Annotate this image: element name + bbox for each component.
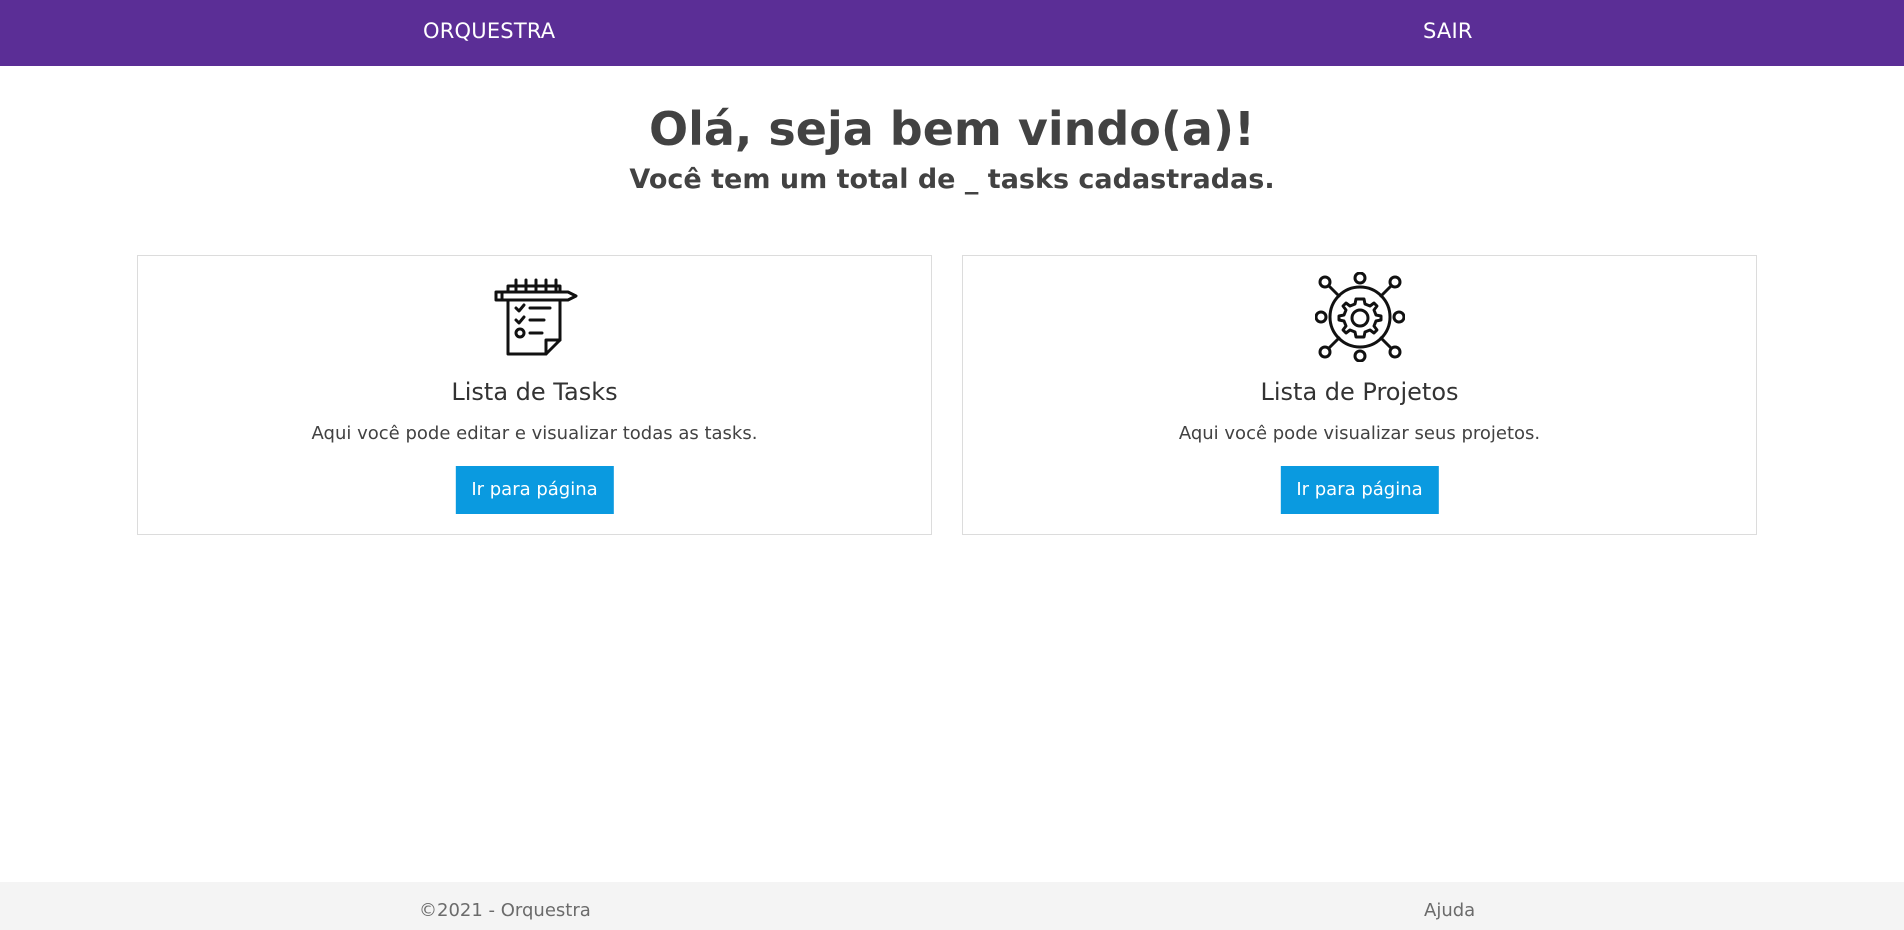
- projects-card: Lista de Projetos Aqui você pode visuali…: [962, 255, 1757, 535]
- page-title: Olá, seja bem vindo(a)!: [649, 102, 1255, 156]
- footer: ©2021 - Orquestra Ajuda: [0, 882, 1904, 930]
- welcome-section: Olá, seja bem vindo(a)! Você tem um tota…: [0, 96, 1904, 198]
- go-to-projects-button[interactable]: Ir para página: [1280, 466, 1439, 514]
- card-title: Lista de Tasks: [451, 378, 618, 406]
- logout-link[interactable]: SAIR: [1423, 19, 1473, 43]
- top-navbar: ORQUESTRA SAIR: [0, 0, 1904, 66]
- card-description: Aqui você pode visualizar seus projetos.: [1178, 423, 1541, 444]
- copyright-text: ©2021 - Orquestra: [419, 900, 591, 921]
- card-title: Lista de Projetos: [1260, 378, 1459, 406]
- gear-network-icon: [1314, 272, 1405, 362]
- task-count-subtitle: Você tem um total de _ tasks cadastradas…: [629, 164, 1275, 195]
- help-link[interactable]: Ajuda: [1424, 900, 1475, 921]
- brand-link[interactable]: ORQUESTRA: [423, 19, 555, 43]
- task-checklist-icon: [494, 278, 577, 356]
- card-description: Aqui você pode editar e visualizar todas…: [311, 423, 758, 444]
- tasks-card: Lista de Tasks Aqui você pode editar e v…: [137, 255, 932, 535]
- go-to-tasks-button[interactable]: Ir para página: [455, 466, 614, 514]
